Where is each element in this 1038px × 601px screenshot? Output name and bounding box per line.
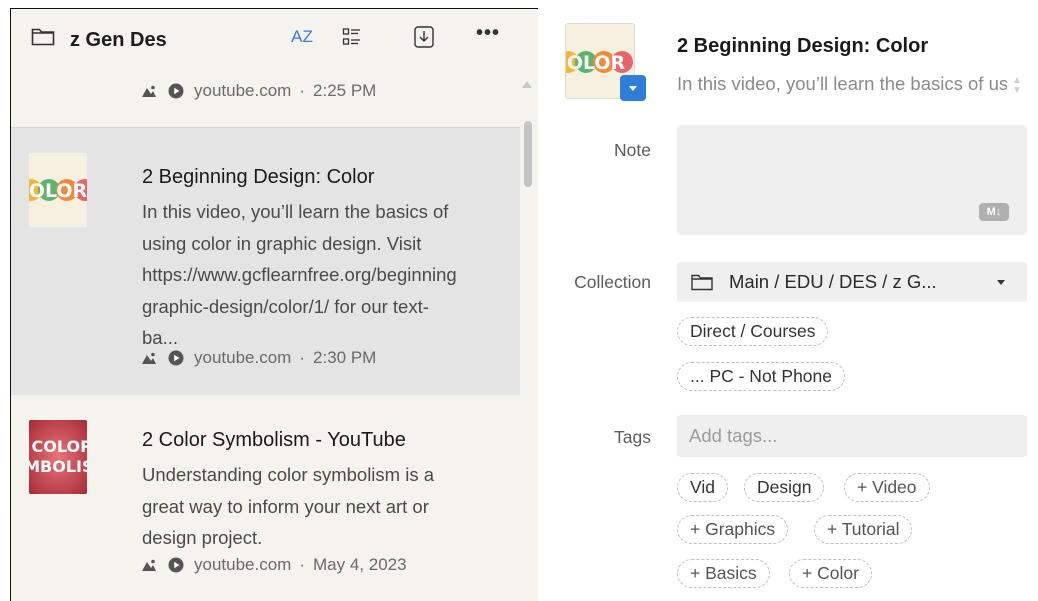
markdown-icon: M↓ xyxy=(979,203,1009,221)
item-time: 2:25 PM xyxy=(313,81,377,100)
list-item-meta: youtube.com · 2:25 PM xyxy=(142,81,376,101)
more-options-button[interactable]: ••• xyxy=(473,21,503,45)
image-type-icon xyxy=(142,352,156,364)
view-mode-button[interactable] xyxy=(341,25,363,49)
list-view-icon xyxy=(342,28,360,45)
item-description: Understanding color symbolism is a great… xyxy=(142,464,435,548)
item-time: 2:30 PM xyxy=(313,348,377,367)
meta-separator: · xyxy=(299,555,306,574)
suggested-tag-chip[interactable]: + Tutorial xyxy=(814,515,913,544)
item-description: In this video, you’ll learn the basics o… xyxy=(142,201,457,348)
detail-description[interactable]: In this video, you’ll learn the basics o… xyxy=(677,73,1007,95)
collection-chip[interactable]: ... PC - Not Phone xyxy=(677,362,846,391)
note-field[interactable]: M↓ xyxy=(677,125,1027,235)
thumbnail-menu-button[interactable] xyxy=(620,75,646,101)
items-list-pane: z Gen Des AZ ••• youtube.com · 2:25 PM O… xyxy=(10,8,538,601)
tag-chip[interactable]: Vid xyxy=(677,473,728,502)
list-item-meta: youtube.com · 2:30 PM xyxy=(142,348,376,368)
collection-value: Main / EDU / DES / z G... xyxy=(729,271,937,292)
tags-input[interactable] xyxy=(677,415,1027,457)
item-title: 2 Color Symbolism - YouTube xyxy=(142,429,406,451)
item-title: 2 Beginning Design: Color xyxy=(142,166,375,188)
thumb-text: COLOR xyxy=(32,437,87,456)
video-type-icon xyxy=(168,83,184,99)
suggested-tag-chip[interactable]: + Graphics xyxy=(677,515,789,544)
collection-select[interactable]: Main / EDU / DES / z G... xyxy=(677,262,1027,302)
meta-separator: · xyxy=(299,348,306,367)
detail-title[interactable]: 2 Beginning Design: Color xyxy=(677,35,928,58)
image-type-icon xyxy=(142,85,156,97)
scroll-stepper-icon[interactable]: ▲ ▼ xyxy=(1012,76,1022,96)
tag-chip[interactable]: Design xyxy=(744,473,825,502)
collection-chip[interactable]: Direct / Courses xyxy=(677,317,829,346)
scroll-up-arrow[interactable] xyxy=(522,81,532,88)
video-type-icon xyxy=(168,350,184,366)
list-item-meta: youtube.com · May 4, 2023 xyxy=(142,555,407,575)
download-icon xyxy=(414,26,434,48)
thumb-text: YMBOLIS xyxy=(29,457,87,476)
caret-down-icon xyxy=(629,86,637,91)
item-domain: youtube.com xyxy=(194,555,292,574)
more-icon: ••• xyxy=(475,21,500,44)
thumb-text: OLOR xyxy=(29,180,87,202)
item-thumbnail: OLOR xyxy=(29,153,87,227)
item-domain: youtube.com xyxy=(194,348,292,367)
item-thumbnail: COLOR YMBOLIS xyxy=(29,420,87,494)
suggested-tag-chip[interactable]: + Video xyxy=(844,473,930,502)
folder-icon xyxy=(31,28,55,46)
scrollbar-thumb[interactable] xyxy=(524,121,532,187)
note-label: Note xyxy=(614,140,651,160)
folder-icon xyxy=(691,274,713,291)
suggested-tag-chip[interactable]: + Color xyxy=(789,559,872,588)
suggested-tag-chip[interactable]: + Basics xyxy=(677,559,770,588)
import-button[interactable] xyxy=(413,25,435,49)
sort-az-icon: AZ xyxy=(291,27,313,46)
sort-az-button[interactable]: AZ xyxy=(287,25,317,49)
image-type-icon xyxy=(142,559,156,571)
collection-title: z Gen Des xyxy=(70,29,167,51)
thumb-text: OLOR xyxy=(567,52,626,74)
meta-separator: · xyxy=(299,81,306,100)
item-time: May 4, 2023 xyxy=(313,555,407,574)
video-type-icon xyxy=(168,557,184,573)
item-domain: youtube.com xyxy=(194,81,292,100)
tags-label: Tags xyxy=(614,427,651,447)
chevron-down-icon xyxy=(997,280,1005,285)
collection-label: Collection xyxy=(574,272,651,292)
